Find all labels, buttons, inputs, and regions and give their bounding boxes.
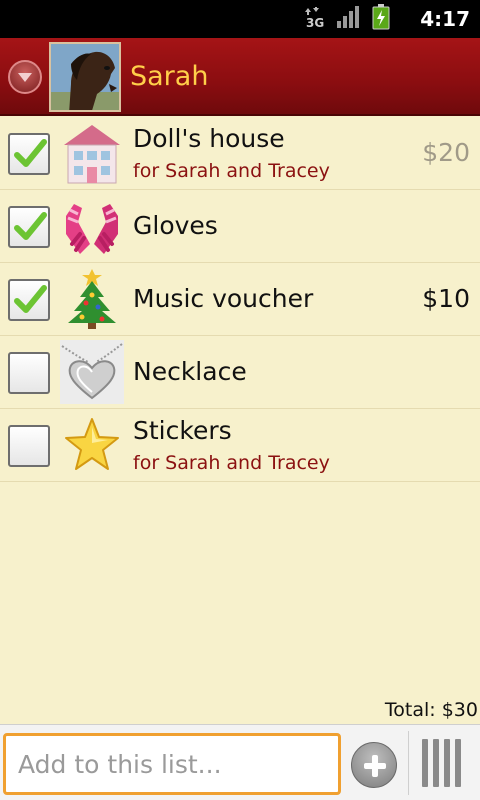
list-item[interactable]: Necklace (0, 336, 480, 409)
list-item[interactable]: Music voucher $10 (0, 263, 480, 336)
star-icon (60, 413, 124, 477)
add-item-bar (0, 724, 480, 800)
list-item[interactable]: Stickers for Sarah and Tracey (0, 409, 480, 482)
barcode-icon (422, 739, 461, 787)
clock: 4:17 (420, 7, 470, 31)
dollhouse-icon (60, 121, 124, 185)
heart-locket-icon (60, 340, 124, 404)
item-checkbox[interactable] (8, 425, 50, 467)
gift-list: Doll's house for Sarah and Tracey $20 Gl… (0, 117, 480, 482)
signal-icon (336, 5, 362, 33)
barcode-scan-button[interactable] (418, 737, 470, 789)
toolbar-divider (408, 731, 409, 795)
checkmark-icon (14, 285, 47, 313)
item-checkbox[interactable] (8, 279, 50, 321)
item-name: Stickers (133, 416, 232, 445)
item-checkbox[interactable] (8, 206, 50, 248)
item-recipients: for Sarah and Tracey (133, 452, 330, 474)
christmas-tree-icon (60, 267, 124, 331)
gloves-icon (60, 194, 124, 258)
horse-avatar[interactable] (49, 42, 121, 112)
network-label: 3G (306, 16, 325, 30)
item-price: $10 (422, 284, 470, 313)
list-header: Sarah (0, 38, 480, 116)
item-name: Music voucher (133, 284, 314, 313)
item-recipients: for Sarah and Tracey (133, 160, 330, 182)
status-bar: 3G 4:17 (0, 0, 480, 38)
list-total: Total: $30 (384, 699, 478, 721)
add-item-button[interactable] (351, 742, 397, 788)
status-icons: 3G (304, 4, 390, 34)
list-item[interactable]: Gloves (0, 190, 480, 263)
plus-icon (364, 755, 386, 777)
add-item-input[interactable] (3, 733, 341, 795)
item-checkbox[interactable] (8, 133, 50, 175)
chevron-down-icon (18, 73, 32, 82)
list-item[interactable]: Doll's house for Sarah and Tracey $20 (0, 117, 480, 190)
checkmark-icon (14, 212, 47, 240)
item-price: $20 (422, 138, 470, 167)
item-name: Doll's house (133, 124, 285, 153)
list-selector-button[interactable] (8, 60, 42, 94)
battery-charging-icon (372, 4, 390, 34)
item-name: Gloves (133, 211, 218, 240)
checkmark-icon (14, 139, 47, 167)
item-name: Necklace (133, 357, 247, 386)
network-3g-icon: 3G (304, 6, 326, 32)
item-checkbox[interactable] (8, 352, 50, 394)
list-owner-name: Sarah (130, 61, 209, 92)
